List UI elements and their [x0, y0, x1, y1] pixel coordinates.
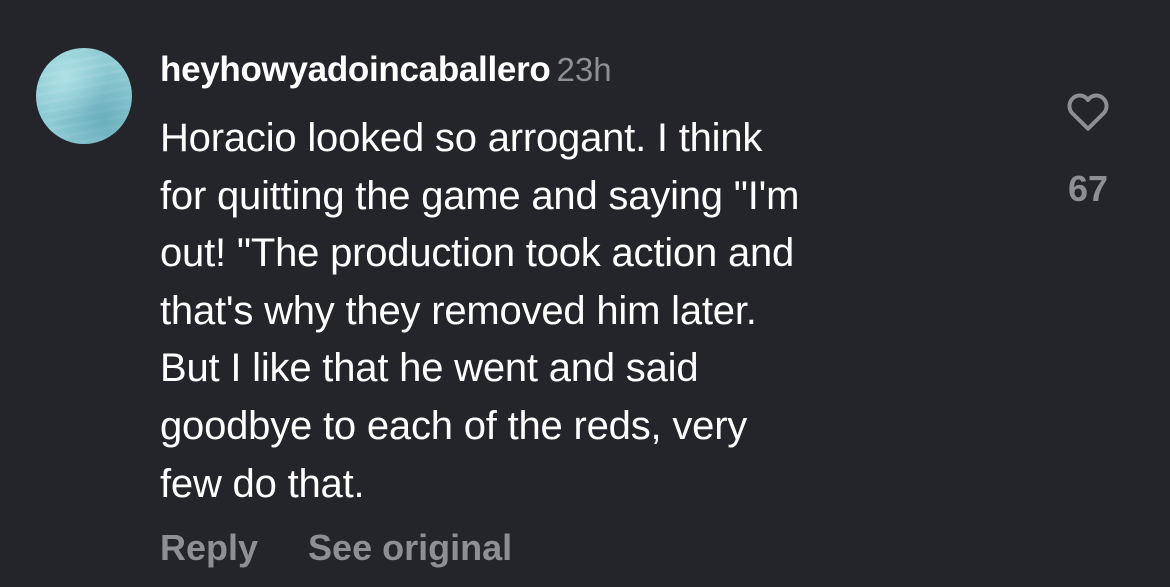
comment-text-line: goodbye to each of the reds, very	[160, 403, 748, 448]
like-area: 67	[1040, 86, 1136, 210]
heart-outline-icon[interactable]	[1062, 86, 1114, 136]
reply-button[interactable]: Reply	[160, 527, 258, 568]
comment-text-line: that's why they removed him later.	[160, 288, 757, 333]
comment-header: heyhowyadoincaballero 23h	[160, 50, 612, 90]
avatar[interactable]	[36, 48, 132, 144]
like-count: 67	[1067, 168, 1109, 209]
username[interactable]: heyhowyadoincaballero	[160, 50, 551, 89]
comment-text-line: But I like that he went and said	[160, 346, 699, 391]
see-original-button[interactable]: See original	[308, 527, 512, 568]
comment-text-line: out! "The production took action and	[160, 231, 795, 276]
comment-text: Horacio looked so arrogant. I think for …	[160, 110, 1040, 513]
timestamp: 23h	[556, 51, 612, 88]
comment-text-line: for quitting the game and saying "I'm	[160, 173, 800, 218]
comment-item: heyhowyadoincaballero 23h Horacio looked …	[0, 0, 1170, 587]
comment-text-line: Horacio looked so arrogant. I think	[160, 116, 763, 160]
comment-text-line: few do that.	[160, 461, 365, 506]
comment-actions: Reply See original	[160, 527, 512, 569]
